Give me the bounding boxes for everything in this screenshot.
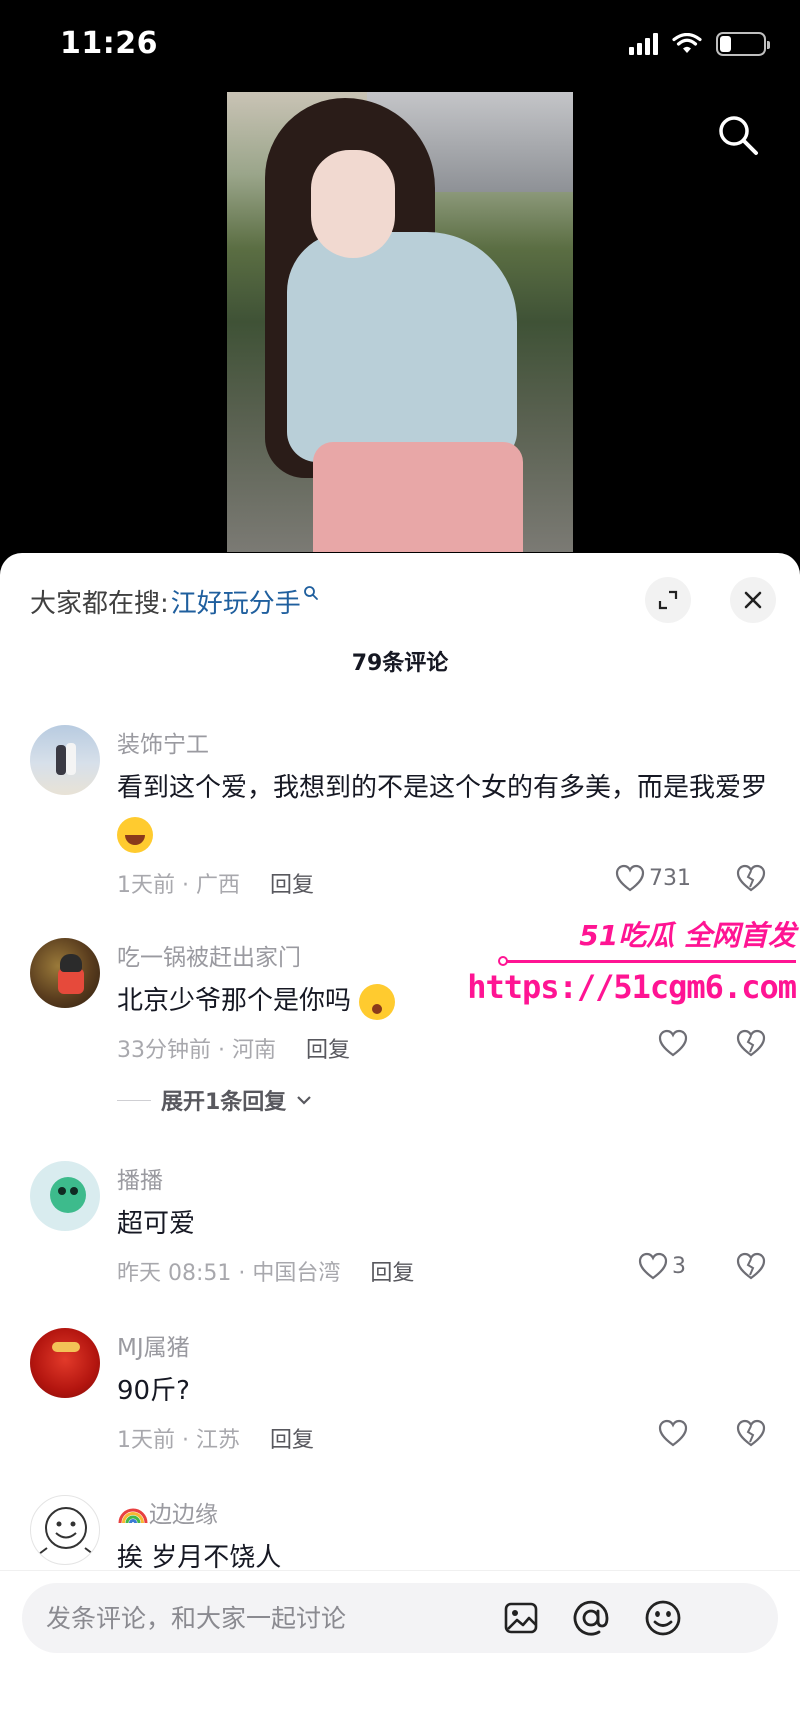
close-icon (744, 591, 762, 609)
comment-meta: 昨天 08:51 · 中国台湾 回复 (117, 1255, 414, 1287)
suggest-label: 大家都在搜: (30, 589, 169, 619)
watermark-brand: 51吃瓜 全网首发 (579, 919, 796, 952)
chevron-down-icon (297, 1096, 312, 1105)
status-icons (629, 32, 770, 56)
comment-input-container[interactable] (22, 1583, 778, 1653)
comment-body: 北京少爷那个是你吗 (117, 986, 352, 1016)
comment-author-name: 边边缘 (149, 1502, 218, 1528)
surprised-emoji-icon (359, 983, 396, 1020)
mention-button[interactable] (570, 1597, 612, 1639)
like-button[interactable]: 3 (638, 1252, 686, 1280)
comment-author[interactable]: 吃一锅被赶出家门 (117, 938, 301, 972)
small-search-icon (303, 585, 319, 606)
broken-heart-icon (736, 1252, 766, 1280)
heart-icon (658, 1419, 688, 1447)
broken-heart-icon (736, 1419, 766, 1447)
battery-icon (716, 32, 770, 56)
heart-icon (615, 864, 645, 892)
wifi-icon (672, 33, 702, 53)
comment-panel: 大家都在搜: 江好玩分手 79条评论 装饰宁工 看到这个爱，我想到的不是这个女的… (0, 553, 800, 1731)
avatar[interactable] (30, 1495, 100, 1565)
close-panel-button[interactable] (730, 577, 776, 623)
laughing-emoji-icon (117, 816, 153, 853)
comment-author[interactable]: MJ属猪 (117, 1328, 190, 1362)
heart-icon (638, 1252, 668, 1280)
comment-author[interactable]: 播播 (117, 1161, 163, 1195)
watermark-dot (498, 956, 508, 966)
avatar[interactable] (30, 1328, 100, 1398)
comment-item: MJ属猪 90斤? 1天前 · 江苏 回复 (0, 1328, 800, 1468)
comment-body: 超可爱 (117, 1209, 196, 1239)
comment-author[interactable]: 装饰宁工 (117, 725, 209, 759)
rainbow-icon (118, 1508, 148, 1524)
comment-text: 90斤? (117, 1368, 777, 1414)
avatar[interactable] (30, 938, 100, 1008)
comment-body: 挨 岁月不饶人 (117, 1543, 282, 1573)
comment-input-bar (0, 1570, 800, 1731)
avatar[interactable] (30, 725, 100, 795)
watermark-overlay: 51吃瓜 全网首发 https://51cgm6.com (467, 910, 800, 1020)
emoji-button[interactable] (642, 1597, 684, 1639)
expand-panel-button[interactable] (645, 577, 691, 623)
like-button[interactable] (658, 1029, 688, 1057)
expand-replies-button[interactable]: 展开1条回复 (117, 1084, 312, 1116)
battery-level (720, 36, 731, 52)
comment-meta: 1天前 · 江苏 回复 (117, 1422, 314, 1454)
avatar[interactable] (30, 1161, 100, 1231)
heart-icon (658, 1029, 688, 1057)
dislike-button[interactable] (736, 1252, 766, 1284)
image-button[interactable] (500, 1597, 542, 1639)
comment-text: 看到这个爱，我想到的不是这个女的有多美，而是我爱罗 (117, 765, 777, 857)
like-button[interactable] (658, 1419, 688, 1447)
search-suggestion[interactable]: 大家都在搜: 江好玩分手 (30, 583, 319, 620)
reply-button[interactable]: 回复 (270, 873, 314, 898)
video-player[interactable] (0, 90, 800, 560)
search-icon (719, 115, 758, 155)
at-sign-icon (573, 1600, 609, 1636)
comment-author[interactable]: 边边缘 (117, 1495, 218, 1529)
comment-item: 装饰宁工 看到这个爱，我想到的不是这个女的有多美，而是我爱罗 1天前 · 广西 回… (0, 725, 800, 905)
comment-time: 昨天 08:51 · 中国台湾 (117, 1261, 341, 1286)
status-time: 11:26 (60, 26, 158, 61)
comment-body: 看到这个爱，我想到的不是这个女的有多美，而是我爱罗 (117, 773, 768, 803)
reply-button[interactable]: 回复 (306, 1038, 350, 1063)
signal-icon (629, 33, 658, 55)
comment-text: 超可爱 (117, 1201, 777, 1247)
suggest-term[interactable]: 江好玩分手 (171, 583, 301, 620)
comment-body: 90斤? (117, 1376, 190, 1406)
like-count: 3 (672, 1253, 686, 1279)
comment-time: 33分钟前 · 河南 (117, 1038, 276, 1063)
comment-count: 79条评论 (351, 651, 449, 676)
dislike-button[interactable] (736, 1419, 766, 1451)
comment-item: 播播 超可爱 昨天 08:51 · 中国台湾 回复 3 (0, 1161, 800, 1301)
dislike-button[interactable] (736, 1029, 766, 1061)
video-thumbnail (227, 92, 573, 552)
like-button[interactable]: 731 (615, 864, 691, 892)
reply-button[interactable]: 回复 (370, 1261, 414, 1286)
comment-time: 1天前 · 广西 (117, 873, 240, 898)
image-icon (504, 1602, 538, 1634)
like-count: 731 (649, 865, 691, 891)
expand-replies-label: 展开1条回复 (161, 1090, 287, 1115)
watermark-url: https://51cgm6.com (467, 968, 797, 1006)
broken-heart-icon (736, 1029, 766, 1057)
comment-meta: 33分钟前 · 河南 回复 (117, 1032, 350, 1064)
reply-button[interactable]: 回复 (270, 1428, 314, 1453)
expand-icon (658, 590, 678, 610)
search-button[interactable] (712, 110, 764, 162)
emoji-icon (645, 1600, 681, 1636)
smiley-face-icon (38, 1507, 94, 1555)
comment-time: 1天前 · 江苏 (117, 1428, 240, 1453)
broken-heart-icon (736, 864, 766, 892)
comment-input[interactable] (46, 1583, 546, 1653)
dislike-button[interactable] (736, 864, 766, 896)
comment-meta: 1天前 · 广西 回复 (117, 867, 314, 899)
watermark-line (500, 960, 796, 963)
status-bar: 11:26 (0, 0, 800, 90)
